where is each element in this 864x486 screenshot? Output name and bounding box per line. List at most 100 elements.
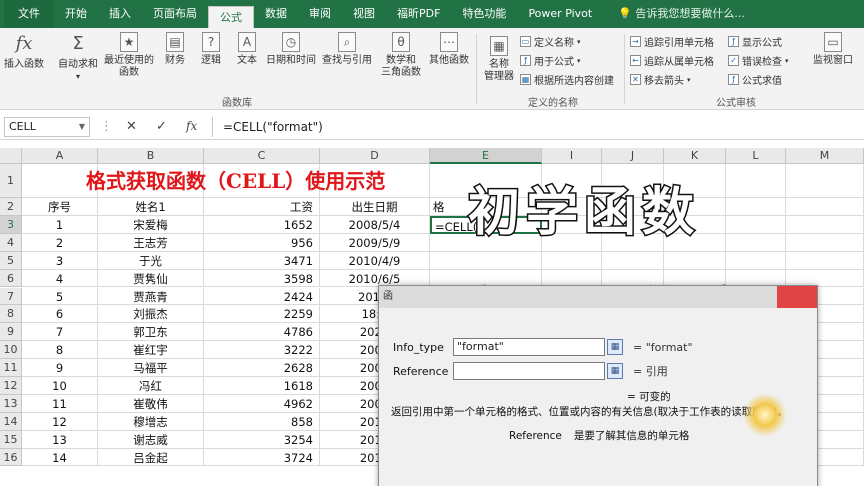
tab-view[interactable]: 视图 <box>342 0 386 28</box>
data-cell[interactable]: 4962 <box>204 394 320 413</box>
data-cell[interactable]: 6 <box>22 305 98 324</box>
tab-foxit-pdf[interactable]: 福昕PDF <box>386 0 451 28</box>
data-cell[interactable]: 贾燕青 <box>98 287 204 306</box>
data-cell[interactable]: 4786 <box>204 323 320 342</box>
row-header[interactable]: 4 <box>0 233 22 252</box>
row-header[interactable]: 12 <box>0 377 22 395</box>
column-header[interactable]: C <box>204 148 320 164</box>
title-row-cell[interactable] <box>786 164 864 198</box>
empty-cell[interactable] <box>786 233 864 252</box>
row-header[interactable]: 11 <box>0 359 22 377</box>
create-from-selection-button[interactable]: ▦ 根据所选内容创建 <box>520 72 614 87</box>
math-trig-button[interactable]: θ 数学和 三角函数 <box>378 32 424 79</box>
column-header[interactable]: I <box>542 148 602 164</box>
data-cell[interactable]: 谢志威 <box>98 430 204 449</box>
tab-review[interactable]: 审阅 <box>298 0 342 28</box>
title-row-cell[interactable] <box>726 164 786 198</box>
column-header[interactable]: K <box>664 148 726 164</box>
range-picker-icon[interactable]: ▦ <box>607 363 623 379</box>
data-cell[interactable]: 崔敬伟 <box>98 394 204 413</box>
recent-functions-button[interactable]: ★ 最近使用的 函数 <box>102 32 156 79</box>
tell-me-search[interactable]: 💡 告诉我您想要做什么... <box>607 0 756 28</box>
data-cell[interactable]: 2009/5/9 <box>320 233 430 252</box>
empty-cell[interactable] <box>602 251 664 270</box>
tab-home[interactable]: 开始 <box>54 0 98 28</box>
data-cell[interactable]: 8 <box>22 341 98 360</box>
row-header[interactable]: 15 <box>0 430 22 449</box>
column-header[interactable]: J <box>602 148 664 164</box>
row-header[interactable]: 6 <box>0 269 22 288</box>
data-cell[interactable]: 14 <box>22 448 98 467</box>
row-header[interactable]: 9 <box>0 323 22 342</box>
data-cell[interactable]: 于光 <box>98 251 204 270</box>
info-type-input[interactable]: "format" <box>453 338 605 356</box>
autosum-button[interactable]: Σ 自动求和 ▾ <box>56 32 100 83</box>
data-cell[interactable]: 贾隽仙 <box>98 269 204 288</box>
select-all-corner[interactable] <box>0 148 22 164</box>
row-header[interactable]: 10 <box>0 341 22 360</box>
data-cell[interactable]: 3254 <box>204 430 320 449</box>
remove-arrows-button[interactable]: ✕ 移去箭头 ▾ <box>630 72 691 87</box>
define-name-button[interactable]: ▭ 定义名称 ▾ <box>520 34 581 49</box>
data-cell[interactable] <box>430 251 542 270</box>
cancel-icon[interactable]: ✕ <box>126 119 137 134</box>
data-cell[interactable]: 冯红 <box>98 377 204 395</box>
tab-data[interactable]: 数据 <box>254 0 298 28</box>
data-cell[interactable]: 12 <box>22 412 98 431</box>
data-cell[interactable]: 3471 <box>204 251 320 270</box>
row-header[interactable]: 8 <box>0 305 22 324</box>
date-time-button[interactable]: ◷ 日期和时间 <box>264 32 318 67</box>
header-cell[interactable]: 序号 <box>22 198 98 216</box>
data-cell[interactable]: 11 <box>22 394 98 413</box>
tab-page-layout[interactable]: 页面布局 <box>142 0 208 28</box>
data-cell[interactable]: 10 <box>22 377 98 395</box>
data-cell[interactable]: 2010/4/9 <box>320 251 430 270</box>
insert-function-button[interactable]: fx 插入函数 <box>4 32 44 71</box>
data-cell[interactable]: 2628 <box>204 359 320 377</box>
data-cell[interactable]: 2259 <box>204 305 320 324</box>
column-header[interactable]: D <box>320 148 430 164</box>
dialog-close-button[interactable] <box>777 286 817 308</box>
data-cell[interactable]: 7 <box>22 323 98 342</box>
empty-cell[interactable] <box>786 198 864 216</box>
empty-cell[interactable] <box>542 251 602 270</box>
financial-button[interactable]: ▤ 财务 <box>160 32 190 67</box>
data-cell[interactable]: 2008/5/4 <box>320 215 430 234</box>
data-cell[interactable]: 3724 <box>204 448 320 467</box>
logical-button[interactable]: ? 逻辑 <box>196 32 226 67</box>
header-cell[interactable]: 姓名1 <box>98 198 204 216</box>
chevron-down-icon[interactable]: ▼ <box>79 118 85 136</box>
tab-special[interactable]: 特色功能 <box>451 0 517 28</box>
use-in-formula-button[interactable]: ƒ 用于公式 ▾ <box>520 53 581 68</box>
name-manager-button[interactable]: ▦ 名称 管理器 <box>480 36 518 83</box>
reference-input[interactable] <box>453 362 605 380</box>
row-header[interactable]: 16 <box>0 448 22 467</box>
tab-file[interactable]: 文件 <box>4 0 54 28</box>
data-cell[interactable]: 858 <box>204 412 320 431</box>
trace-dependents-button[interactable]: ← 追踪从属单元格 <box>630 53 714 68</box>
tab-formulas[interactable]: 公式 <box>208 6 254 28</box>
text-button[interactable]: A 文本 <box>232 32 262 67</box>
name-box[interactable]: CELL ▼ <box>4 117 90 137</box>
data-cell[interactable]: 1 <box>22 215 98 234</box>
row-header[interactable]: 3 <box>0 215 22 234</box>
column-header[interactable]: E <box>430 148 542 164</box>
data-cell[interactable]: 5 <box>22 287 98 306</box>
lookup-reference-button[interactable]: ⌕ 查找与引用 <box>320 32 374 67</box>
tab-power-pivot[interactable]: Power Pivot <box>517 0 603 28</box>
data-cell[interactable]: 王志芳 <box>98 233 204 252</box>
column-header[interactable]: M <box>786 148 864 164</box>
data-cell[interactable]: 2 <box>22 233 98 252</box>
data-cell[interactable]: 3598 <box>204 269 320 288</box>
enter-check-icon[interactable]: ✓ <box>156 119 167 134</box>
row-header[interactable]: 2 <box>0 198 22 216</box>
sheet-title[interactable]: 格式获取函数（CELL）使用示范 <box>22 164 542 198</box>
data-cell[interactable]: 13 <box>22 430 98 449</box>
show-formulas-button[interactable]: ƒ 显示公式 <box>728 34 782 49</box>
empty-cell[interactable] <box>726 215 786 234</box>
data-cell[interactable]: 956 <box>204 233 320 252</box>
empty-cell[interactable] <box>786 251 864 270</box>
row-header[interactable]: 1 <box>0 164 22 198</box>
more-functions-button[interactable]: ⋯ 其他函数 <box>426 32 472 67</box>
data-cell[interactable]: 2424 <box>204 287 320 306</box>
